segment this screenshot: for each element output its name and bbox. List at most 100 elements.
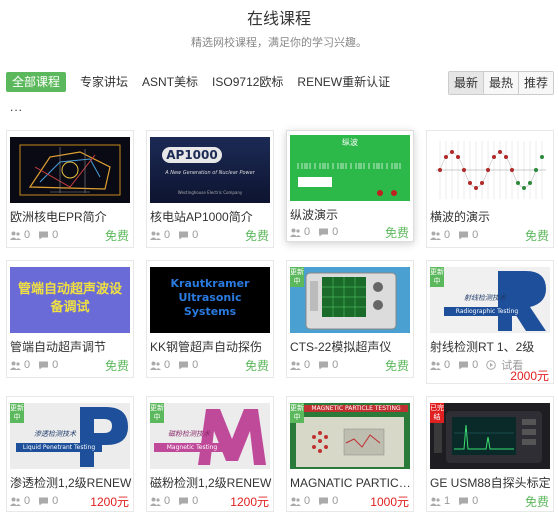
course-title: GE USM88自探头标定 <box>430 476 551 490</box>
tab-iso9712[interactable]: ISO9712欧标 <box>212 72 283 92</box>
students-icon <box>150 231 161 240</box>
course-price: 免费 <box>524 229 549 243</box>
course-thumbnail: Krautkramer Ultrasonic Systems <box>150 267 270 333</box>
course-title: KK钢管超声自动探伤 <box>150 340 263 354</box>
comment-count: 0 <box>192 495 199 507</box>
status-badge: 更新中 <box>290 267 304 287</box>
comment-count: 0 <box>332 495 339 507</box>
students-icon <box>10 361 21 370</box>
comment-count: 0 <box>472 229 479 241</box>
student-count: 1 <box>444 495 451 507</box>
course-title: 磁粉检测1,2级RENEW <box>150 476 272 490</box>
student-count: 0 <box>164 359 171 371</box>
sort-hottest-button[interactable]: 最热 <box>482 72 518 94</box>
course-price: 1200元 <box>90 495 129 509</box>
comments-icon <box>39 231 49 239</box>
course-thumbnail: 纵波 <box>290 135 410 201</box>
status-badge: 更新中 <box>150 403 164 423</box>
course-title: 横波的演示 <box>430 210 491 224</box>
course-price: 1000元 <box>370 495 409 509</box>
comment-count: 0 <box>192 229 199 241</box>
course-card[interactable]: 欧洲核电EPR简介 0 0 免费 <box>6 130 134 248</box>
course-card[interactable]: Krautkramer Ultrasonic Systems KK钢管超声自动探… <box>146 260 274 378</box>
sort-recommended-button[interactable]: 推荐 <box>517 72 553 94</box>
student-count: 0 <box>444 359 451 371</box>
students-icon <box>150 497 161 506</box>
course-thumbnail: AP1000 A New Generation of Nuclear Power… <box>150 137 270 203</box>
course-card[interactable]: 纵波 纵波演示 0 0 免费 <box>286 130 414 242</box>
course-price: 免费 <box>524 495 549 509</box>
course-price: 免费 <box>244 229 269 243</box>
students-icon <box>290 228 301 237</box>
students-icon <box>430 361 441 370</box>
course-price: 免费 <box>104 359 129 373</box>
comments-icon <box>39 361 49 369</box>
students-icon <box>430 497 441 506</box>
course-card[interactable]: 更新中 射线检测技术 Radiographic Testing 射线检测RT 1… <box>426 260 554 384</box>
students-icon <box>430 231 441 240</box>
comments-icon <box>319 361 329 369</box>
student-count: 0 <box>24 495 31 507</box>
comments-icon <box>39 497 49 505</box>
students-icon <box>290 361 301 370</box>
status-badge: 更新中 <box>430 267 444 287</box>
course-title: 渗透检测1,2级RENEW <box>10 476 132 490</box>
sort-newest-button[interactable]: 最新 <box>448 72 483 94</box>
course-card[interactable]: 更新中 磁粉检测技术 Magnetic Testing 磁粉检测1,2级RENE… <box>146 396 274 512</box>
comments-icon <box>179 497 189 505</box>
sort-group: 最新 最热 推荐 <box>447 71 554 95</box>
course-title: 欧洲核电EPR简介 <box>10 210 107 224</box>
course-thumbnail: 管端自动超声波设备调试 <box>10 267 130 333</box>
tab-expert-forum[interactable]: 专家讲坛 <box>80 72 128 92</box>
comments-icon <box>459 361 469 369</box>
course-title: 纵波演示 <box>290 208 339 222</box>
comment-count: 0 <box>472 495 479 507</box>
tab-all-courses[interactable]: 全部课程 <box>6 72 67 92</box>
course-title: MAGNATIC PARTICLE <box>290 476 412 490</box>
course-thumbnail <box>10 137 130 203</box>
course-thumbnail: 更新中 渗透检测技术 Liquid Penetrant Testing <box>10 403 130 469</box>
page-subtitle: 精选网校课程，满足你的学习兴趣。 <box>191 37 367 49</box>
comments-icon <box>459 231 469 239</box>
comments-icon <box>179 361 189 369</box>
course-card[interactable]: 更新中 渗透检测技术 Liquid Penetrant Testing 渗透检测… <box>6 396 134 512</box>
tab-asnt[interactable]: ASNT美标 <box>142 72 198 92</box>
student-count: 0 <box>24 359 31 371</box>
course-price: 免费 <box>244 359 269 373</box>
course-card[interactable]: 更新中 CTS-22模拟超声仪 0 0 免费 <box>286 260 414 378</box>
course-thumbnail: 更新中 MAGNETIC PARTICLE TESTING <box>290 403 410 469</box>
status-badge: 更新中 <box>290 403 304 423</box>
course-title: 核电站AP1000简介 <box>150 210 253 224</box>
course-price: 1200元 <box>230 495 269 509</box>
page-title: 在线课程 <box>246 11 311 28</box>
comment-count: 0 <box>52 495 59 507</box>
comments-icon <box>319 497 329 505</box>
category-tabs: 全部课程 专家讲坛 ASNT美标 ISO9712欧标 RENEW重新认证 <box>6 72 404 92</box>
course-title: 射线检测RT 1、2级 <box>430 340 535 354</box>
course-card[interactable]: 更新中 MAGNETIC PARTICLE TESTING MAGNATIC P… <box>286 396 414 512</box>
course-price: 免费 <box>104 229 129 243</box>
tab-renew[interactable]: RENEW重新认证 <box>297 72 390 92</box>
comment-count: 0 <box>52 229 59 241</box>
course-title: CTS-22模拟超声仪 <box>290 340 392 354</box>
comments-icon <box>319 228 329 236</box>
comment-count: 0 <box>332 359 339 371</box>
student-count: 0 <box>304 495 311 507</box>
comment-count: 0 <box>472 359 479 371</box>
more-tabs-button[interactable]: ... <box>10 100 23 114</box>
course-card[interactable]: 已完结 GE USM88自探头标定 1 0 免费 <box>426 396 554 512</box>
play-icon <box>486 360 497 370</box>
student-count: 0 <box>24 229 31 241</box>
course-card[interactable]: AP1000 A New Generation of Nuclear Power… <box>146 130 274 248</box>
students-icon <box>290 497 301 506</box>
course-price: 免费 <box>384 226 409 240</box>
status-badge: 已完结 <box>430 403 444 423</box>
course-price: 免费 <box>384 359 409 373</box>
students-icon <box>10 497 21 506</box>
student-count: 0 <box>304 226 311 238</box>
comment-count: 0 <box>332 226 339 238</box>
comments-icon <box>179 231 189 239</box>
course-card[interactable]: 横波的演示 0 0 免费 <box>426 130 554 248</box>
course-card[interactable]: 管端自动超声波设备调试 管端自动超声调节 0 0 免费 <box>6 260 134 378</box>
page-header: 在线课程 精选网校课程，满足你的学习兴趣。 <box>0 0 558 50</box>
